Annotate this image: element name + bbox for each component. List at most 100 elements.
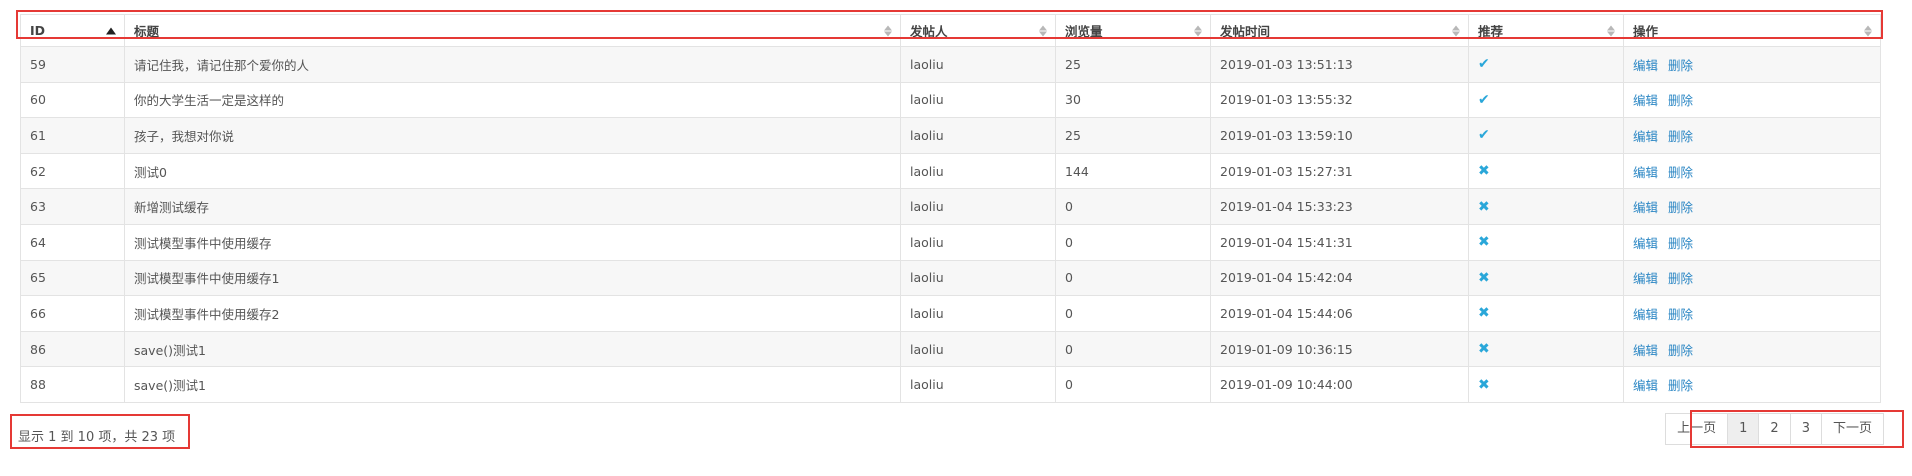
title-cell: 你的大学生活一定是这样的 xyxy=(124,81,901,119)
actions-cell: 编辑 删除 xyxy=(1623,330,1881,368)
pagination: 上一页 1 2 3 下一页 xyxy=(1665,413,1884,445)
sort-both-icon xyxy=(1607,25,1615,36)
column-header-1[interactable]: 标题 xyxy=(124,14,901,47)
id-cell: 86 xyxy=(20,330,125,368)
edit-link[interactable]: 编辑 xyxy=(1633,200,1658,215)
page-3-button[interactable]: 3 xyxy=(1789,413,1822,445)
x-icon: ✖ xyxy=(1478,376,1490,393)
author-cell: laoliu xyxy=(900,295,1056,332)
column-header-label: 浏览量 xyxy=(1065,24,1103,39)
edit-link[interactable]: 编辑 xyxy=(1633,236,1658,251)
id-cell: 65 xyxy=(20,259,125,297)
posts-table-container: ID 标题 发帖人 浏览量 发帖时间 推荐 操作 59 请记住我，请记住那个爱你的人 laoli… xyxy=(20,14,1881,403)
column-header-6[interactable]: 操作 xyxy=(1623,14,1881,47)
actions-cell: 编辑 删除 xyxy=(1623,223,1881,261)
column-header-label: 推荐 xyxy=(1478,24,1504,39)
title-cell: 请记住我，请记住那个爱你的人 xyxy=(124,46,901,83)
table-row: 60 你的大学生活一定是这样的 laoliu 30 2019-01-03 13:55:3… xyxy=(20,81,1881,119)
check-icon: ✔ xyxy=(1478,127,1490,144)
author-cell: laoliu xyxy=(900,188,1056,225)
delete-link[interactable]: 删除 xyxy=(1668,271,1693,286)
delete-link[interactable]: 删除 xyxy=(1668,165,1693,180)
recommended-cell: ✔ xyxy=(1468,81,1624,119)
recommended-cell: ✖ xyxy=(1468,330,1624,368)
table-row: 61 孩子，我想对你说 laoliu 25 2019-01-03 13:59:10 ✔ 编辑… xyxy=(20,117,1881,154)
id-cell: 63 xyxy=(20,188,125,225)
id-cell: 60 xyxy=(20,81,125,119)
author-cell: laoliu xyxy=(900,81,1056,119)
views-cell: 0 xyxy=(1055,295,1211,332)
title-cell: save()测试1 xyxy=(124,366,901,403)
time-cell: 2019-01-04 15:33:23 xyxy=(1210,188,1469,225)
actions-cell: 编辑 删除 xyxy=(1623,46,1881,83)
views-cell: 144 xyxy=(1055,152,1211,190)
title-cell: 新增测试缓存 xyxy=(124,188,901,225)
id-cell: 64 xyxy=(20,223,125,261)
time-cell: 2019-01-04 15:41:31 xyxy=(1210,223,1469,261)
delete-link[interactable]: 删除 xyxy=(1668,236,1693,251)
id-cell: 59 xyxy=(20,46,125,83)
id-cell: 62 xyxy=(20,152,125,190)
delete-link[interactable]: 删除 xyxy=(1668,307,1693,322)
author-cell: laoliu xyxy=(900,223,1056,261)
sort-ascending-icon xyxy=(106,27,116,34)
recommended-cell: ✖ xyxy=(1468,295,1624,332)
recommended-cell: ✖ xyxy=(1468,366,1624,403)
edit-link[interactable]: 编辑 xyxy=(1633,165,1658,180)
sort-both-icon xyxy=(1452,25,1460,36)
author-cell: laoliu xyxy=(900,259,1056,297)
column-header-2[interactable]: 发帖人 xyxy=(900,14,1056,47)
title-cell: 测试模型事件中使用缓存 xyxy=(124,223,901,261)
x-icon: ✖ xyxy=(1478,234,1490,251)
column-header-4[interactable]: 发帖时间 xyxy=(1210,14,1469,47)
column-header-label: 发帖人 xyxy=(910,24,948,39)
sort-both-icon xyxy=(1864,25,1872,36)
pagination-summary: 显示 1 到 10 项，共 23 项 xyxy=(18,430,176,445)
check-icon: ✔ xyxy=(1478,56,1490,73)
time-cell: 2019-01-03 13:51:13 xyxy=(1210,46,1469,83)
table-row: 66 测试模型事件中使用缓存2 laoliu 0 2019-01-04 15:44:06… xyxy=(20,295,1881,332)
table-body: 59 请记住我，请记住那个爱你的人 laoliu 25 2019-01-03 13:51… xyxy=(20,46,1881,403)
prev-page-button[interactable]: 上一页 xyxy=(1665,413,1729,445)
table-row: 88 save()测试1 laoliu 0 2019-01-09 10:44:00 ✖ 编辑… xyxy=(20,366,1881,403)
column-header-3[interactable]: 浏览量 xyxy=(1055,14,1211,47)
delete-link[interactable]: 删除 xyxy=(1668,378,1693,393)
check-icon: ✔ xyxy=(1478,91,1490,108)
next-page-button[interactable]: 下一页 xyxy=(1820,413,1884,445)
page-1-button[interactable]: 1 xyxy=(1727,413,1760,445)
x-icon: ✖ xyxy=(1478,341,1490,358)
delete-link[interactable]: 删除 xyxy=(1668,129,1693,144)
edit-link[interactable]: 编辑 xyxy=(1633,307,1658,322)
views-cell: 0 xyxy=(1055,366,1211,403)
page-2-button[interactable]: 2 xyxy=(1758,413,1791,445)
time-cell: 2019-01-03 13:59:10 xyxy=(1210,117,1469,154)
views-cell: 0 xyxy=(1055,188,1211,225)
delete-link[interactable]: 删除 xyxy=(1668,58,1693,73)
views-cell: 0 xyxy=(1055,223,1211,261)
actions-cell: 编辑 删除 xyxy=(1623,152,1881,190)
author-cell: laoliu xyxy=(900,366,1056,403)
posts-table: ID 标题 发帖人 浏览量 发帖时间 推荐 操作 59 请记住我，请记住那个爱你的人 laoli… xyxy=(20,14,1881,403)
edit-link[interactable]: 编辑 xyxy=(1633,378,1658,393)
table-row: 59 请记住我，请记住那个爱你的人 laoliu 25 2019-01-03 13:51… xyxy=(20,46,1881,83)
recommended-cell: ✔ xyxy=(1468,46,1624,83)
views-cell: 25 xyxy=(1055,46,1211,83)
edit-link[interactable]: 编辑 xyxy=(1633,343,1658,358)
delete-link[interactable]: 删除 xyxy=(1668,343,1693,358)
column-header-5[interactable]: 推荐 xyxy=(1468,14,1624,47)
author-cell: laoliu xyxy=(900,330,1056,368)
author-cell: laoliu xyxy=(900,152,1056,190)
edit-link[interactable]: 编辑 xyxy=(1633,129,1658,144)
title-cell: 测试0 xyxy=(124,152,901,190)
edit-link[interactable]: 编辑 xyxy=(1633,271,1658,286)
delete-link[interactable]: 删除 xyxy=(1668,93,1693,108)
edit-link[interactable]: 编辑 xyxy=(1633,93,1658,108)
sort-both-icon xyxy=(1194,25,1202,36)
edit-link[interactable]: 编辑 xyxy=(1633,58,1658,73)
column-header-0[interactable]: ID xyxy=(20,14,125,47)
title-cell: 测试模型事件中使用缓存1 xyxy=(124,259,901,297)
actions-cell: 编辑 删除 xyxy=(1623,366,1881,403)
x-icon: ✖ xyxy=(1478,305,1490,322)
sort-both-icon xyxy=(1039,25,1047,36)
delete-link[interactable]: 删除 xyxy=(1668,200,1693,215)
